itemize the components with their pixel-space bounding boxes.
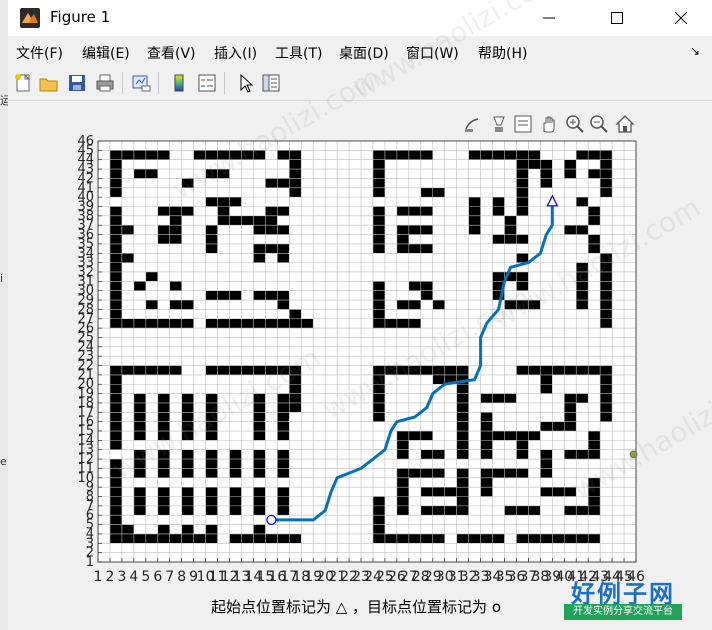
- obstacle-cell: [109, 365, 122, 450]
- obstacle-cell: [253, 524, 266, 534]
- obstacle-cell: [372, 206, 385, 254]
- maze-plot[interactable]: 1 2 3 4 5 6 7 8 91011121314151617181920212223242…: [0, 0, 712, 630]
- x-tick-label: 3: [117, 569, 126, 585]
- watermark-logo: 好例子网 开发实例分享交流平台: [564, 574, 682, 620]
- obstacle-cell: [157, 524, 170, 534]
- obstacle-cell: [133, 487, 146, 516]
- obstacle-cell: [600, 150, 613, 198]
- obstacle-cell: [456, 374, 469, 403]
- x-tick-label: 2: [105, 569, 114, 585]
- watermark-diagonal-text: www.haolizi.com: [347, 0, 566, 106]
- obstacle-cell: [253, 487, 266, 516]
- obstacle-cell: [396, 206, 433, 216]
- goal-circle-marker: [266, 514, 277, 526]
- obstacle-cell: [109, 150, 122, 198]
- obstacle-cell: [181, 449, 194, 478]
- obstacle-cell: [121, 225, 134, 235]
- obstacle-cell: [540, 365, 553, 394]
- obstacle-cell: [205, 197, 242, 207]
- obstacle-cell: [181, 487, 194, 516]
- obstacle-cell: [277, 487, 290, 516]
- obstacle-cell: [516, 253, 529, 263]
- obstacle-cell: [205, 225, 218, 254]
- obstacle-cell: [480, 393, 517, 403]
- obstacle-cell: [289, 150, 302, 198]
- x-tick-label: 1: [94, 569, 103, 585]
- obstacle-cell: [181, 524, 194, 534]
- obstacle-cell: [205, 290, 242, 301]
- obstacle-cell: [277, 449, 290, 478]
- obstacle-cell: [133, 281, 146, 291]
- obstacle-cell: [205, 487, 218, 516]
- obstacle-cell: [516, 159, 553, 170]
- obstacle-cell: [277, 300, 290, 310]
- obstacle-cell: [396, 243, 433, 254]
- obstacle-cell: [205, 524, 218, 534]
- watermark-subtitle: 开发实例分享交流平台: [564, 604, 682, 620]
- obstacle-cell: [492, 468, 529, 478]
- obstacle-cell: [396, 225, 433, 235]
- obstacle-cell: [420, 505, 457, 516]
- obstacle-cell: [372, 150, 433, 160]
- obstacle-cell: [420, 290, 433, 301]
- x-tick-label: 8: [177, 569, 186, 585]
- obstacle-cell: [516, 533, 601, 544]
- y-tick-label: 46: [77, 134, 94, 149]
- obstacle-cell: [420, 487, 457, 497]
- obstacle-cell: [169, 281, 182, 291]
- obstacle-cell: [109, 206, 122, 272]
- obstacle-cell: [229, 449, 242, 478]
- obstacle-cell: [516, 431, 529, 460]
- obstacle-cell: [528, 431, 541, 441]
- obstacle-cell: [109, 533, 218, 544]
- obstacle-cell: [396, 431, 409, 460]
- obstacle-cell: [253, 449, 266, 478]
- obstacle-cell: [109, 271, 122, 319]
- x-tick-label: 6: [153, 569, 162, 585]
- obstacle-cell: [121, 524, 134, 534]
- obstacle-cell: [480, 468, 493, 497]
- obstacle-cell: [480, 431, 517, 441]
- x-tick-label: 4: [129, 569, 138, 585]
- obstacle-cell: [492, 234, 529, 244]
- obstacle-cell: [516, 505, 529, 516]
- obstacle-cell: [217, 215, 254, 226]
- obstacle-cell: [277, 393, 290, 441]
- obstacle-cell: [396, 234, 409, 244]
- obstacle-cell: [540, 449, 553, 478]
- obstacle-cell: [229, 487, 242, 516]
- obstacle-cell: [456, 468, 469, 516]
- obstacle-cell: [253, 290, 290, 301]
- obstacle-cell: [157, 487, 170, 516]
- obstacle-cell: [217, 206, 230, 216]
- obstacle-cell: [253, 225, 290, 235]
- obstacle-cell: [564, 449, 601, 460]
- obstacle-cell: [576, 197, 589, 207]
- obstacle-cell: [540, 421, 577, 432]
- obstacle-cell: [133, 393, 146, 441]
- obstacle-cell: [432, 300, 445, 310]
- obstacle-cell: [540, 487, 577, 497]
- obstacle-cell: [145, 300, 158, 310]
- obstacle-cell: [121, 253, 134, 263]
- x-tick-label: 7: [165, 569, 174, 585]
- obstacle-cell: [145, 271, 158, 282]
- obstacle-cell: [205, 449, 218, 478]
- obstacle-cell: [109, 318, 194, 329]
- obstacle-cell: [516, 169, 529, 198]
- x-tick-label: 5: [141, 569, 150, 585]
